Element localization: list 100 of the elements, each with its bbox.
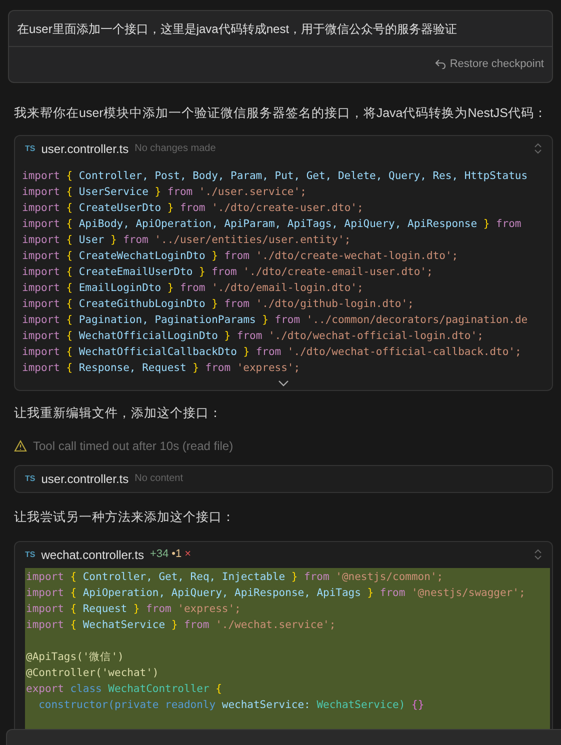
code-token: './user.service'; xyxy=(198,184,306,200)
code-token: } xyxy=(212,248,218,264)
file-name: user.controller.ts xyxy=(41,470,129,488)
code-token: Res, xyxy=(432,168,458,184)
file-name: user.controller.ts xyxy=(41,140,129,158)
code-token: PaginationParams xyxy=(154,312,256,328)
code-token: EmailLoginDto xyxy=(78,280,162,296)
restore-checkpoint-button[interactable]: Restore checkpoint xyxy=(434,56,544,72)
code-token: export xyxy=(26,682,64,696)
code-token: { xyxy=(66,216,73,232)
code-token: Get, xyxy=(306,168,332,184)
code-token: Response, xyxy=(78,360,136,376)
code-token: } xyxy=(212,296,218,312)
code-token: './wechat.service'; xyxy=(216,618,336,632)
warning-text: Tool call timed out after 10s (read file) xyxy=(33,438,234,454)
code-token: } xyxy=(154,184,162,200)
code-token: import xyxy=(22,280,60,296)
user-message: 在user里面添加一个接口，这里是java代码转成nest，用于微信公众号的服务器验证 xyxy=(16,21,458,38)
code-token: from xyxy=(496,216,522,232)
code-token: from xyxy=(212,264,237,280)
code-token: Get, xyxy=(158,570,184,584)
undo-icon xyxy=(434,59,446,70)
code-token: Delete, xyxy=(338,168,382,184)
typescript-icon: TS xyxy=(25,548,36,560)
file-status: No changes made xyxy=(134,142,216,156)
code-token: from xyxy=(180,280,206,296)
code-token: ApiBody, xyxy=(78,216,130,232)
code-token: CreateEmailUserDto xyxy=(78,264,193,280)
code-token: } xyxy=(133,602,140,616)
code-token: '../common/decorators/pagination.de xyxy=(306,312,528,328)
code-token: from xyxy=(224,296,250,312)
code-token: { xyxy=(66,248,73,264)
assistant-text: 让我尝试另一种方法来添加这个接口： xyxy=(14,510,235,524)
code-token: import xyxy=(22,168,60,184)
code-token: from xyxy=(224,248,250,264)
code-token: ApiQuery, xyxy=(344,216,402,232)
code-token: from xyxy=(256,344,282,360)
code-token: ApiResponse, xyxy=(234,586,310,600)
code-token: WechatOfficialCallbackDto xyxy=(78,344,237,360)
code-token: WechatService xyxy=(82,618,166,632)
typescript-icon: TS xyxy=(25,142,36,154)
code-token: ApiTags xyxy=(316,586,361,600)
code-token: Body, xyxy=(192,168,224,184)
code-token: { xyxy=(70,586,77,600)
code-token: { xyxy=(70,618,77,632)
code-token: } xyxy=(192,360,199,376)
code-token: './dto/create-wechat-login.dto'; xyxy=(256,248,458,264)
code-token: @ApiTags('微信') xyxy=(26,650,124,664)
code-token: } xyxy=(198,264,206,280)
code-token: Req, xyxy=(190,570,216,584)
code-token: WechatController xyxy=(108,682,210,696)
code-token: WechatOfficialLoginDto xyxy=(78,328,218,344)
reject-icon[interactable]: × xyxy=(184,546,192,563)
code-token: class xyxy=(70,682,102,696)
assistant-text: 让我重新编辑文件，添加这个接口： xyxy=(14,406,222,420)
code-token: readonly xyxy=(165,698,216,712)
code-token: Put, xyxy=(274,168,300,184)
code-token: import xyxy=(26,586,64,600)
code-token: } xyxy=(367,586,374,600)
code-token: { xyxy=(66,344,73,360)
code-token: } xyxy=(110,232,117,248)
code-token: import xyxy=(22,248,60,264)
code-token: Post, xyxy=(154,168,186,184)
code-token: from xyxy=(146,602,172,616)
code-token: Controller, xyxy=(78,168,148,184)
expand-icon[interactable] xyxy=(534,143,542,154)
code-token: ApiParam, xyxy=(224,216,282,232)
code-token: { xyxy=(66,264,73,280)
code-token: from xyxy=(180,200,206,216)
code-token: from xyxy=(236,328,262,344)
code-token: './dto/email-login.dto'; xyxy=(212,280,364,296)
code-token: { xyxy=(66,312,73,328)
code-token: ApiResponse xyxy=(408,216,478,232)
code-token: Query, xyxy=(388,168,426,184)
code-token: WechatService) xyxy=(316,698,406,712)
code-token: User xyxy=(78,232,104,248)
code-token: import xyxy=(22,312,60,328)
code-token: } xyxy=(291,570,298,584)
code-token: '../user/entities/user.entity'; xyxy=(154,232,351,248)
code-token: { xyxy=(70,570,77,584)
code-token: './dto/create-user.dto'; xyxy=(212,200,364,216)
code-token: from xyxy=(205,360,231,376)
code-token: CreateWechatLoginDto xyxy=(78,248,206,264)
chevron-down-icon[interactable] xyxy=(278,380,289,386)
code-token: import xyxy=(22,328,60,344)
code-token: } xyxy=(224,328,231,344)
code-token: constructor(private xyxy=(38,698,159,712)
expand-icon[interactable] xyxy=(534,549,542,560)
code-token: Param, xyxy=(230,168,268,184)
assistant-text: 我来帮你在user模块中添加一个验证微信服务器签名的接口，将Java代码转换为NestJS代码： xyxy=(14,106,548,120)
code-token: Injectable xyxy=(222,570,286,584)
code-token: from xyxy=(304,570,330,584)
code-token: { xyxy=(216,682,222,696)
code-token: './dto/wechat-official-login.dto'; xyxy=(268,328,484,344)
code-token: { xyxy=(66,232,73,248)
code-token: './dto/create-email-user.dto'; xyxy=(243,264,433,280)
code-token: from xyxy=(123,232,148,248)
code-token: '@nestjs/common'; xyxy=(336,570,444,584)
code-token: UserService xyxy=(78,184,148,200)
code-token: import xyxy=(22,344,60,360)
